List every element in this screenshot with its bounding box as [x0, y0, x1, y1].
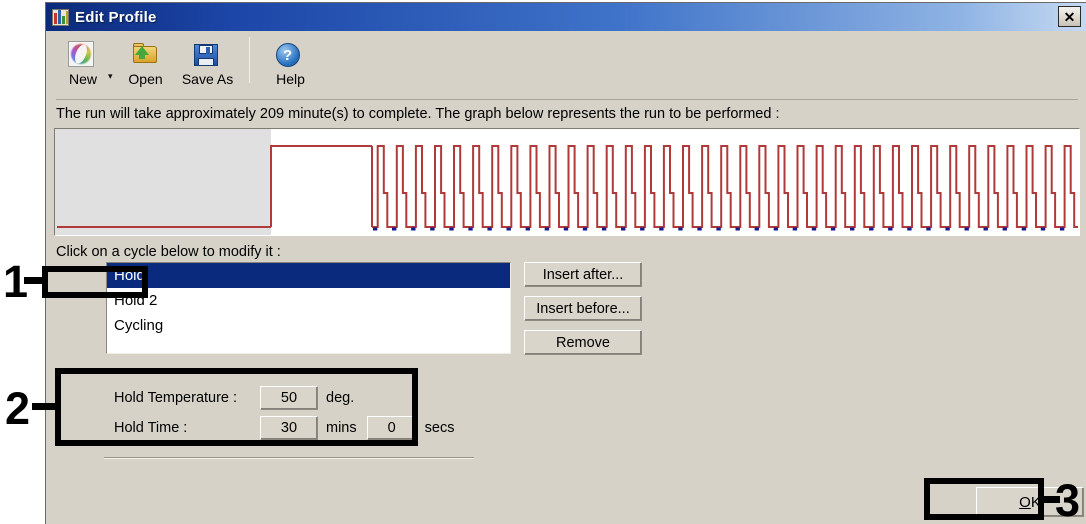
- toolbar-separator: [248, 37, 250, 83]
- annotation-number-1: 1: [3, 256, 29, 307]
- chevron-down-icon[interactable]: ▾: [108, 51, 113, 82]
- remove-button[interactable]: Remove: [524, 330, 642, 355]
- panel-divider: [104, 457, 474, 459]
- list-item-cycling[interactable]: Cycling: [107, 313, 510, 338]
- open-button[interactable]: Open: [115, 35, 177, 87]
- window-title: Edit Profile: [75, 8, 157, 26]
- open-folder-icon: [131, 39, 161, 69]
- list-item-hold[interactable]: Hold: [107, 263, 510, 288]
- insert-after-button[interactable]: Insert after...: [524, 262, 642, 287]
- close-icon[interactable]: ✕: [1058, 6, 1081, 27]
- help-question-icon: ?: [275, 39, 306, 69]
- title-bar: Edit Profile ✕: [46, 3, 1086, 31]
- annotation-number-3: 3: [1055, 475, 1081, 524]
- annotation-leader-2: [32, 403, 60, 410]
- hold-seconds-unit: secs: [424, 420, 455, 436]
- insert-before-button[interactable]: Insert before...: [524, 296, 642, 321]
- profile-graph[interactable]: [54, 128, 1080, 236]
- floppy-disk-icon: [193, 39, 223, 69]
- help-button[interactable]: ? Help: [260, 35, 322, 87]
- annotation-box-3: [924, 478, 1044, 520]
- save-as-button[interactable]: Save As: [177, 35, 239, 87]
- new-profile-icon: [68, 39, 98, 69]
- toolbar: New ▾ Open Save As ? Help: [52, 35, 1080, 97]
- cycle-list-caption: Click on a cycle below to modify it :: [56, 244, 281, 260]
- cycle-listbox[interactable]: Hold Hold 2 Cycling: [106, 262, 511, 354]
- cycle-action-buttons: Insert after... Insert before... Remove: [524, 262, 644, 364]
- annotation-box-2: [55, 368, 418, 446]
- new-button-label: New: [68, 71, 97, 87]
- save-as-button-label: Save As: [181, 71, 234, 87]
- screenshot-root: Edit Profile ✕ New ▾ Open Save As ? Help…: [0, 0, 1086, 524]
- list-item-hold-2[interactable]: Hold 2: [107, 288, 510, 313]
- run-duration-text: The run will take approximately 209 minu…: [56, 99, 1078, 122]
- profile-graph-svg: [55, 129, 1079, 235]
- profile-chart-icon: [52, 8, 69, 26]
- cycle-list-area: Hold Hold 2 Cycling Insert after... Inse…: [54, 262, 1080, 358]
- new-button[interactable]: New: [52, 35, 114, 87]
- open-button-label: Open: [128, 71, 163, 87]
- annotation-number-2: 2: [5, 383, 31, 434]
- annotation-box-1: [42, 266, 148, 298]
- help-button-label: Help: [276, 71, 305, 87]
